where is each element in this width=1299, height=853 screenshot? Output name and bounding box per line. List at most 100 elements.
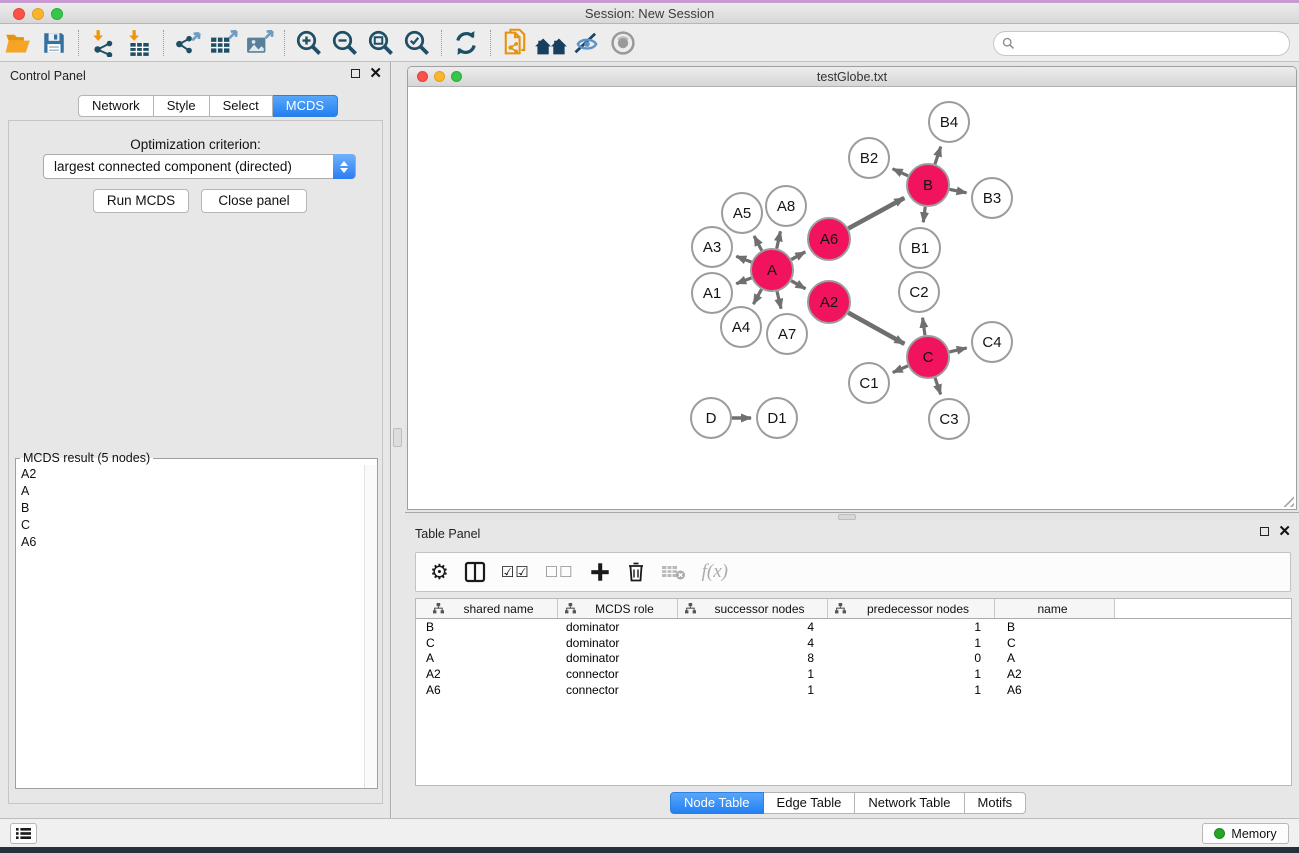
- graph-edge-B-B3[interactable]: [950, 189, 967, 192]
- graph-node-A4[interactable]: A4: [721, 307, 761, 347]
- graph-node-D[interactable]: D: [691, 398, 731, 438]
- search-input[interactable]: [993, 31, 1290, 56]
- deselect-all-icon[interactable]: ☐☐: [545, 557, 574, 587]
- graph-edge-A-A8[interactable]: [777, 231, 781, 248]
- float-panel-icon[interactable]: [1260, 527, 1269, 536]
- table-row[interactable]: Cdominator41C: [416, 635, 1291, 651]
- column-header-predecessor-nodes[interactable]: predecessor nodes: [828, 599, 995, 618]
- graph-node-A5[interactable]: A5: [722, 193, 762, 233]
- graph-edge-C-C4[interactable]: [949, 348, 966, 352]
- graph-node-A3[interactable]: A3: [692, 227, 732, 267]
- table-row[interactable]: A6connector11A6: [416, 682, 1291, 698]
- column-header-name[interactable]: name: [995, 599, 1115, 618]
- graph-node-A[interactable]: A: [751, 249, 793, 291]
- function-builder-icon[interactable]: f(x): [702, 557, 728, 587]
- tab-edge-table[interactable]: Edge Table: [764, 792, 856, 814]
- graph-edge-B-B2[interactable]: [893, 169, 908, 176]
- column-header-successor-nodes[interactable]: successor nodes: [678, 599, 828, 618]
- column-header-shared-name[interactable]: shared name: [416, 599, 558, 618]
- graph-node-B3[interactable]: B3: [972, 178, 1012, 218]
- graph-node-A1[interactable]: A1: [692, 273, 732, 313]
- graph-edge-A-A5[interactable]: [754, 236, 762, 251]
- graph-node-A8[interactable]: A8: [766, 186, 806, 226]
- graph-edge-A-A1[interactable]: [736, 278, 751, 284]
- tab-style[interactable]: Style: [154, 95, 210, 117]
- memory-button[interactable]: Memory: [1202, 823, 1289, 844]
- scrollbar-track[interactable]: [364, 465, 377, 788]
- open-file-icon[interactable]: [0, 28, 36, 58]
- graph-edge-A6-B[interactable]: [848, 198, 904, 229]
- zoom-fit-icon[interactable]: [363, 28, 399, 58]
- graph-node-C3[interactable]: C3: [929, 399, 969, 439]
- list-item[interactable]: B: [16, 499, 377, 516]
- graph-edge-C-C2[interactable]: [923, 318, 925, 335]
- close-panel-icon[interactable]: ✕: [1278, 526, 1291, 537]
- graph-edge-A-A4[interactable]: [753, 289, 761, 304]
- graph-node-B1[interactable]: B1: [900, 228, 940, 268]
- close-panel-button[interactable]: Close panel: [201, 189, 307, 213]
- list-item[interactable]: A2: [16, 465, 377, 482]
- graph-node-D1[interactable]: D1: [757, 398, 797, 438]
- table-row[interactable]: Bdominator41B: [416, 619, 1291, 635]
- delete-table-icon[interactable]: [661, 557, 687, 587]
- graph-edge-A-A3[interactable]: [736, 256, 751, 262]
- cybrowser-home-icon[interactable]: [533, 28, 569, 58]
- export-image-icon[interactable]: [242, 28, 278, 58]
- graph-edge-A2-C[interactable]: [848, 313, 904, 344]
- graph-edge-C-C1[interactable]: [893, 366, 908, 373]
- table-row[interactable]: Adominator80A: [416, 651, 1291, 667]
- criterion-dropdown[interactable]: largest connected component (directed): [43, 154, 356, 179]
- vertical-splitter[interactable]: [392, 62, 405, 818]
- horizontal-splitter[interactable]: [405, 512, 1299, 520]
- graph-node-C4[interactable]: C4: [972, 322, 1012, 362]
- graph-edge-A-A2[interactable]: [791, 281, 805, 289]
- column-header-mcds-role[interactable]: MCDS role: [558, 599, 678, 618]
- list-item[interactable]: C: [16, 516, 377, 533]
- import-table-icon[interactable]: [121, 28, 157, 58]
- clone-network-icon[interactable]: [497, 28, 533, 58]
- close-panel-icon[interactable]: ✕: [369, 68, 382, 79]
- tab-select[interactable]: Select: [210, 95, 273, 117]
- graph-node-B4[interactable]: B4: [929, 102, 969, 142]
- graph-node-A6[interactable]: A6: [808, 218, 850, 260]
- show-panel-eye-icon[interactable]: [605, 28, 641, 58]
- graph-node-A7[interactable]: A7: [767, 314, 807, 354]
- network-window-titlebar[interactable]: testGlobe.txt: [408, 67, 1296, 87]
- list-item[interactable]: A: [16, 482, 377, 499]
- graph-edge-A-A6[interactable]: [791, 252, 805, 260]
- delete-column-icon[interactable]: [626, 557, 646, 587]
- table-settings-icon[interactable]: ⚙: [430, 557, 449, 587]
- graph-edge-B-B1[interactable]: [923, 207, 925, 222]
- graph-edge-B-B4[interactable]: [935, 147, 941, 164]
- float-panel-icon[interactable]: [351, 69, 360, 78]
- network-canvas[interactable]: B4 B2 B B3 A8A5 A6 A3 B1 A C2 A1 A2 A4A7 C4 C C1 D D1 C3: [408, 87, 1296, 509]
- zoom-in-icon[interactable]: [291, 28, 327, 58]
- graph-node-A2[interactable]: A2: [808, 281, 850, 323]
- splitter-handle[interactable]: [393, 428, 402, 447]
- tab-mcds[interactable]: MCDS: [273, 95, 338, 117]
- tab-network[interactable]: Network: [78, 95, 154, 117]
- import-network-icon[interactable]: [85, 28, 121, 58]
- graph-node-B2[interactable]: B2: [849, 138, 889, 178]
- graph-node-C[interactable]: C: [907, 336, 949, 378]
- list-item[interactable]: A6: [16, 533, 377, 550]
- save-session-icon[interactable]: [36, 28, 72, 58]
- task-history-button[interactable]: [10, 823, 37, 844]
- export-network-icon[interactable]: [170, 28, 206, 58]
- tab-node-table[interactable]: Node Table: [670, 792, 764, 814]
- zoom-out-icon[interactable]: [327, 28, 363, 58]
- run-mcds-button[interactable]: Run MCDS: [93, 189, 189, 213]
- hide-panel-icon[interactable]: [569, 28, 605, 58]
- graph-edge-C-C3[interactable]: [935, 378, 941, 395]
- graph-node-B[interactable]: B: [907, 164, 949, 206]
- add-column-icon[interactable]: [589, 557, 611, 587]
- tab-network-table[interactable]: Network Table: [855, 792, 964, 814]
- tab-motifs[interactable]: Motifs: [965, 792, 1027, 814]
- graph-node-C1[interactable]: C1: [849, 363, 889, 403]
- graph-node-C2[interactable]: C2: [899, 272, 939, 312]
- graph-edge-A-A7[interactable]: [777, 291, 781, 308]
- column-view-icon[interactable]: [464, 557, 486, 587]
- refresh-icon[interactable]: [448, 28, 484, 58]
- export-table-icon[interactable]: [206, 28, 242, 58]
- table-row[interactable]: A2connector11A2: [416, 666, 1291, 682]
